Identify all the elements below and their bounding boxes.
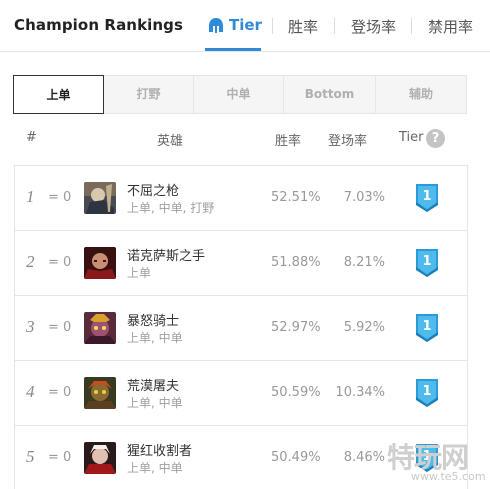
tab-tier[interactable]: Tier [229,16,262,34]
watermark-url: www.te5.com [411,470,486,483]
pickrate-value: 8.46% [343,450,385,465]
champion-name[interactable]: 荒漠屠夫 [127,375,179,394]
champion-positions: 上单, 中单 [127,331,183,345]
tier-badge-icon: 1 [416,314,438,342]
svg-text:1: 1 [422,319,431,334]
champion-name[interactable]: 猩红收割者 [127,440,192,459]
position-tab-support[interactable]: 辅助 [376,76,466,113]
rank-change: = 0 [48,450,72,465]
winrate-value: 51.88% [271,255,321,270]
pickrate-value: 10.34% [335,385,385,400]
pickrate-value: 5.92% [343,320,385,335]
position-tabs: 上单 打野 中单 Bottom 辅助 [13,75,467,114]
champion-portrait-icon [84,312,116,344]
rank-number: 5 [26,447,35,466]
table-row[interactable]: 3 = 0 暴怒骑士 上单, 中单 52.97% 5.92% 1 [15,296,467,361]
header-bar: Champion Rankings Tier 胜率 登场率 禁用率 [0,0,490,52]
rank-number: 1 [26,187,35,206]
winrate-value: 50.59% [271,385,321,400]
champion-portrait-icon [84,377,116,409]
champion-name[interactable]: 诺克萨斯之手 [127,245,205,264]
site-watermark: 特玩网 www.te5.com [387,434,487,486]
rank-change: = 0 [48,385,72,400]
winrate-value: 52.97% [271,320,321,335]
tier-badge-icon: 1 [416,249,438,277]
column-header-pickrate[interactable]: 登场率 [328,130,367,149]
rank-number: 3 [26,317,35,336]
column-header-winrate[interactable]: 胜率 [275,130,301,149]
tab-pickrate[interactable]: 登场率 [351,16,396,37]
svg-text:1: 1 [422,384,431,399]
position-tab-jungle[interactable]: 打野 [104,76,194,113]
winrate-value: 50.49% [271,450,321,465]
tab-divider [334,18,335,34]
tier-helmet-icon [209,18,223,33]
position-tab-bottom[interactable]: Bottom [284,76,376,113]
rank-number: 2 [26,252,35,271]
champion-name[interactable]: 暴怒骑士 [127,310,179,329]
column-header-rank: # [26,130,37,145]
table-row[interactable]: 4 = 0 荒漠屠夫 上单, 中单 50.59% 10.34% 1 [15,361,467,426]
position-tab-top[interactable]: 上单 [13,75,104,114]
champion-portrait-icon [84,247,116,279]
page-title: Champion Rankings [14,16,184,34]
column-header-tier: Tier [399,130,424,145]
champion-portrait-icon [84,182,116,214]
tier-badge-icon: 1 [416,184,438,212]
champion-positions: 上单, 中单 [127,396,183,410]
rank-change: = 0 [48,255,72,270]
position-tab-mid[interactable]: 中单 [194,76,284,113]
table-row[interactable]: 1 = 0 不屈之枪 上单, 中单, 打野 52.51% 7.03% 1 [15,166,467,231]
table-row[interactable]: 2 = 0 诺克萨斯之手 上单 51.88% 8.21% 1 [15,231,467,296]
rank-change: = 0 [48,320,72,335]
help-icon[interactable]: ? [426,129,445,148]
pickrate-value: 7.03% [343,190,385,205]
champion-portrait-icon [84,442,116,474]
pickrate-value: 8.21% [343,255,385,270]
rank-change: = 0 [48,190,72,205]
tab-divider [411,18,412,34]
champion-positions: 上单 [127,266,152,280]
column-header-hero: 英雄 [157,134,184,149]
tab-banrate[interactable]: 禁用率 [428,16,473,37]
tab-winrate[interactable]: 胜率 [288,16,318,37]
winrate-value: 52.51% [271,190,321,205]
tier-badge-icon: 1 [416,379,438,407]
champion-positions: 上单, 中单 [127,461,183,475]
active-tab-underline [205,48,261,51]
tab-divider [272,18,273,34]
svg-text:1: 1 [422,254,431,269]
svg-text:1: 1 [422,189,431,204]
champion-name[interactable]: 不屈之枪 [127,180,179,199]
champion-positions: 上单, 中单, 打野 [127,201,215,215]
rank-number: 4 [26,382,35,401]
